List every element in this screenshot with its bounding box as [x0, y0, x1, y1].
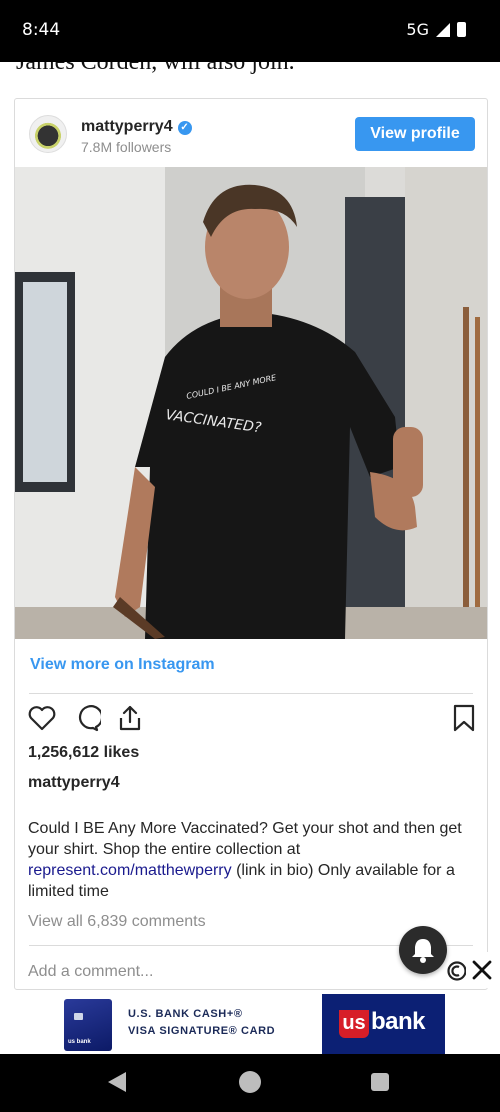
- avatar[interactable]: [29, 115, 67, 153]
- caption-link[interactable]: represent.com/matthewperry: [28, 862, 232, 879]
- card-chip: [74, 1013, 83, 1020]
- verified-icon: ✓: [177, 121, 192, 135]
- like-count: 1,256,612 likes: [28, 744, 140, 761]
- notification-button[interactable]: [399, 926, 447, 974]
- ad-headline-2: VISA SIGNATURE® CARD: [128, 1025, 276, 1037]
- ad-choices-icon[interactable]: [446, 960, 466, 982]
- post-caption: Could I BE Any More Vaccinated? Get your…: [28, 820, 462, 900]
- ad-controls: [446, 952, 500, 988]
- back-icon[interactable]: [108, 1072, 126, 1092]
- ad-headline-1: U.S. BANK CASH+®: [128, 1008, 243, 1020]
- view-more-link[interactable]: View more on Instagram: [30, 656, 215, 674]
- network-type: 5G: [406, 20, 429, 39]
- logo-bank: bank: [371, 1008, 426, 1035]
- bookmark-icon[interactable]: [449, 703, 479, 733]
- logo-us: us: [339, 1010, 369, 1038]
- post-photo[interactable]: COULD I BE ANY MORE VACCINATED?: [15, 167, 487, 639]
- status-time: 8:44: [22, 20, 61, 40]
- post-username[interactable]: mattyperry4: [28, 774, 120, 792]
- system-nav-bar: [0, 1054, 500, 1112]
- comment-icon[interactable]: [71, 703, 101, 733]
- follower-count: 7.8M followers: [81, 139, 172, 155]
- divider: [29, 693, 473, 694]
- article-text: James Corden, will also join.: [16, 62, 295, 75]
- battery-icon: [457, 22, 466, 37]
- bell-icon: [412, 939, 434, 963]
- signal-icon: [436, 22, 450, 37]
- view-profile-button[interactable]: View profile: [355, 117, 475, 151]
- instagram-embed: mattyperry4 ✓ 7.8M followers View profile…: [14, 98, 488, 990]
- action-bar: [27, 703, 477, 735]
- home-icon[interactable]: [239, 1071, 261, 1093]
- add-comment-field[interactable]: Add a comment...: [28, 963, 153, 981]
- recents-icon[interactable]: [371, 1073, 389, 1091]
- credit-card-image: us bank: [64, 999, 112, 1051]
- share-icon[interactable]: [115, 703, 145, 733]
- ad-banner[interactable]: us bank U.S. BANK CASH+® VISA SIGNATURE®…: [0, 994, 500, 1054]
- view-comments-link[interactable]: View all 6,839 comments: [28, 913, 206, 931]
- status-indicators: 5G: [406, 20, 466, 39]
- status-bar: 8:44 5G: [0, 0, 500, 62]
- close-icon[interactable]: [470, 958, 494, 982]
- heart-icon[interactable]: [27, 703, 57, 733]
- us-bank-logo: us bank: [322, 994, 445, 1054]
- profile-username[interactable]: mattyperry4 ✓: [81, 118, 192, 136]
- post-photo-illustration: COULD I BE ANY MORE VACCINATED?: [15, 167, 487, 639]
- card-brand-label: us bank: [68, 1039, 91, 1045]
- embed-header: mattyperry4 ✓ 7.8M followers View profile: [29, 113, 475, 161]
